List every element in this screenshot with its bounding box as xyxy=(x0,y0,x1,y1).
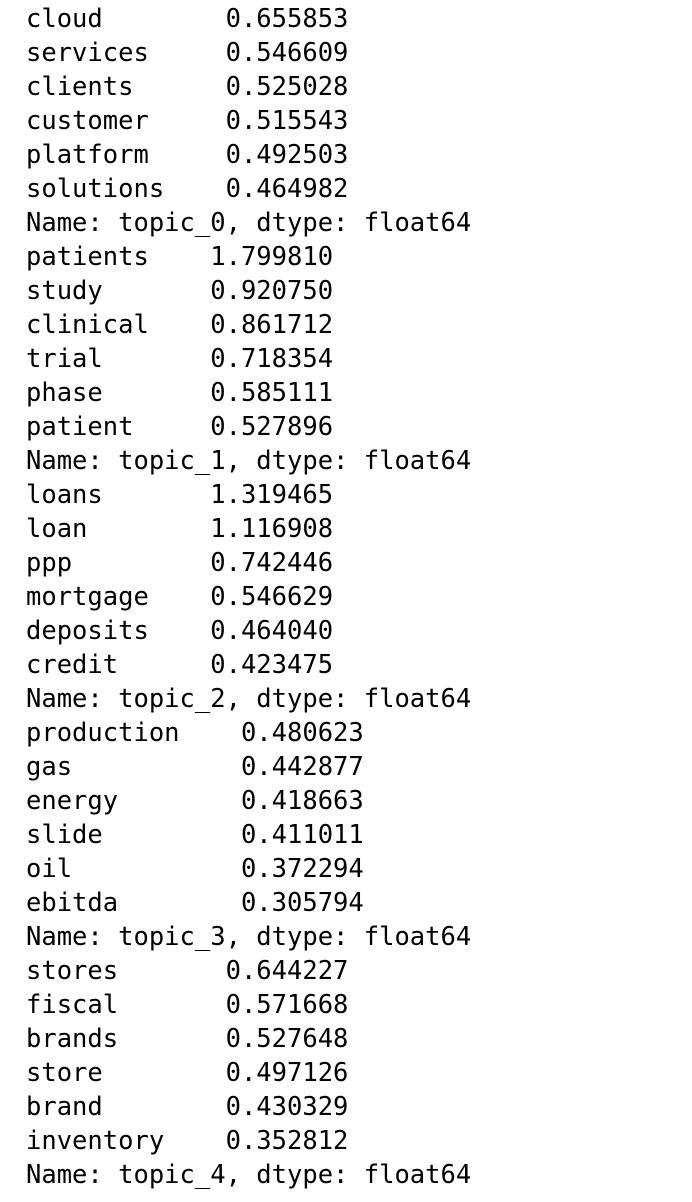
term-weight: 1.116908 xyxy=(210,514,334,544)
term-weight: 0.861712 xyxy=(210,310,334,340)
term-label: customer xyxy=(26,106,226,136)
term-weight: 0.571668 xyxy=(225,990,349,1020)
term-label: deposits xyxy=(26,616,211,646)
series-row: credit 0.423475 xyxy=(26,648,692,682)
series-row: solutions 0.464982 xyxy=(26,172,692,206)
term-weight: 0.464040 xyxy=(210,616,334,646)
term-label: brands xyxy=(26,1024,226,1054)
series-row: trial 0.718354 xyxy=(26,342,692,376)
term-weight: 0.305794 xyxy=(240,888,364,918)
term-weight: 0.497126 xyxy=(225,1058,349,1088)
series-row: gas 0.442877 xyxy=(26,750,692,784)
term-weight: 0.525028 xyxy=(225,72,349,102)
series-row: loans 1.319465 xyxy=(26,478,692,512)
term-label: solutions xyxy=(26,174,226,204)
term-weight: 1.319465 xyxy=(210,480,334,510)
term-label: gas xyxy=(26,752,241,782)
term-weight: 0.644227 xyxy=(225,956,349,986)
term-label: oil xyxy=(26,854,241,884)
series-row: loan 1.116908 xyxy=(26,512,692,546)
series-row: brands 0.527648 xyxy=(26,1022,692,1056)
series-row: cloud 0.655853 xyxy=(26,2,692,36)
term-weight: 0.418663 xyxy=(240,786,364,816)
term-label: fiscal xyxy=(26,990,226,1020)
term-weight: 1.799810 xyxy=(210,242,334,272)
term-label: clients xyxy=(26,72,226,102)
term-label: loans xyxy=(26,480,211,510)
series-row: clients 0.525028 xyxy=(26,70,692,104)
series-row: patient 0.527896 xyxy=(26,410,692,444)
series-row: deposits 0.464040 xyxy=(26,614,692,648)
term-label: trial xyxy=(26,344,211,374)
series-row: oil 0.372294 xyxy=(26,852,692,886)
series-row: phase 0.585111 xyxy=(26,376,692,410)
term-weight: 0.527648 xyxy=(225,1024,349,1054)
term-label: inventory xyxy=(26,1126,226,1156)
term-weight: 0.742446 xyxy=(210,548,334,578)
term-weight: 0.464982 xyxy=(225,174,349,204)
term-weight: 0.442877 xyxy=(240,752,364,782)
term-label: energy xyxy=(26,786,241,816)
series-row: clinical 0.861712 xyxy=(26,308,692,342)
series-row: stores 0.644227 xyxy=(26,954,692,988)
term-label: patient xyxy=(26,412,211,442)
series-row: slide 0.411011 xyxy=(26,818,692,852)
term-label: patients xyxy=(26,242,211,272)
term-weight: 0.718354 xyxy=(210,344,334,374)
series-row: services 0.546609 xyxy=(26,36,692,70)
term-label: cloud xyxy=(26,4,226,34)
series-row: inventory 0.352812 xyxy=(26,1124,692,1158)
term-label: slide xyxy=(26,820,241,850)
term-label: services xyxy=(26,38,226,68)
term-weight: 0.515543 xyxy=(225,106,349,136)
term-label: clinical xyxy=(26,310,211,340)
series-row: platform 0.492503 xyxy=(26,138,692,172)
series-footer: Name: topic_4, dtype: float64 xyxy=(26,1160,472,1190)
term-weight: 0.430329 xyxy=(225,1092,349,1122)
term-label: stores xyxy=(26,956,226,986)
series-row: fiscal 0.571668 xyxy=(26,988,692,1022)
series-footer: Name: topic_2, dtype: float64 xyxy=(26,684,472,714)
term-weight: 0.527896 xyxy=(210,412,334,442)
term-weight: 0.423475 xyxy=(210,650,334,680)
term-weight: 0.480623 xyxy=(240,718,364,748)
term-label: mortgage xyxy=(26,582,211,612)
series-row: ebitda 0.305794 xyxy=(26,886,692,920)
series-footer: Name: topic_3, dtype: float64 xyxy=(26,922,472,952)
term-weight: 0.585111 xyxy=(210,378,334,408)
term-weight: 0.411011 xyxy=(240,820,364,850)
series-row: mortgage 0.546629 xyxy=(26,580,692,614)
series-footer: Name: topic_0, dtype: float64 xyxy=(26,208,472,238)
term-weight: 0.546629 xyxy=(210,582,334,612)
term-weight: 0.372294 xyxy=(240,854,364,884)
term-label: ebitda xyxy=(26,888,241,918)
series-output: cloud 0.655853 services 0.546609 clients 0… xyxy=(0,0,692,1202)
term-weight: 0.492503 xyxy=(225,140,349,170)
term-label: loan xyxy=(26,514,211,544)
series-row: energy 0.418663 xyxy=(26,784,692,818)
term-label: ppp xyxy=(26,548,211,578)
series-footer: Name: topic_1, dtype: float64 xyxy=(26,446,472,476)
series-row: customer 0.515543 xyxy=(26,104,692,138)
term-weight: 0.655853 xyxy=(225,4,349,34)
term-weight: 0.920750 xyxy=(210,276,334,306)
series-row: production 0.480623 xyxy=(26,716,692,750)
term-label: production xyxy=(26,718,241,748)
series-row: patients 1.799810 xyxy=(26,240,692,274)
term-label: brand xyxy=(26,1092,226,1122)
term-label: platform xyxy=(26,140,226,170)
term-label: credit xyxy=(26,650,211,680)
term-label: study xyxy=(26,276,211,306)
term-label: store xyxy=(26,1058,226,1088)
series-row: store 0.497126 xyxy=(26,1056,692,1090)
series-row: ppp 0.742446 xyxy=(26,546,692,580)
series-row: brand 0.430329 xyxy=(26,1090,692,1124)
series-row: study 0.920750 xyxy=(26,274,692,308)
term-label: phase xyxy=(26,378,211,408)
term-weight: 0.352812 xyxy=(225,1126,349,1156)
term-weight: 0.546609 xyxy=(225,38,349,68)
